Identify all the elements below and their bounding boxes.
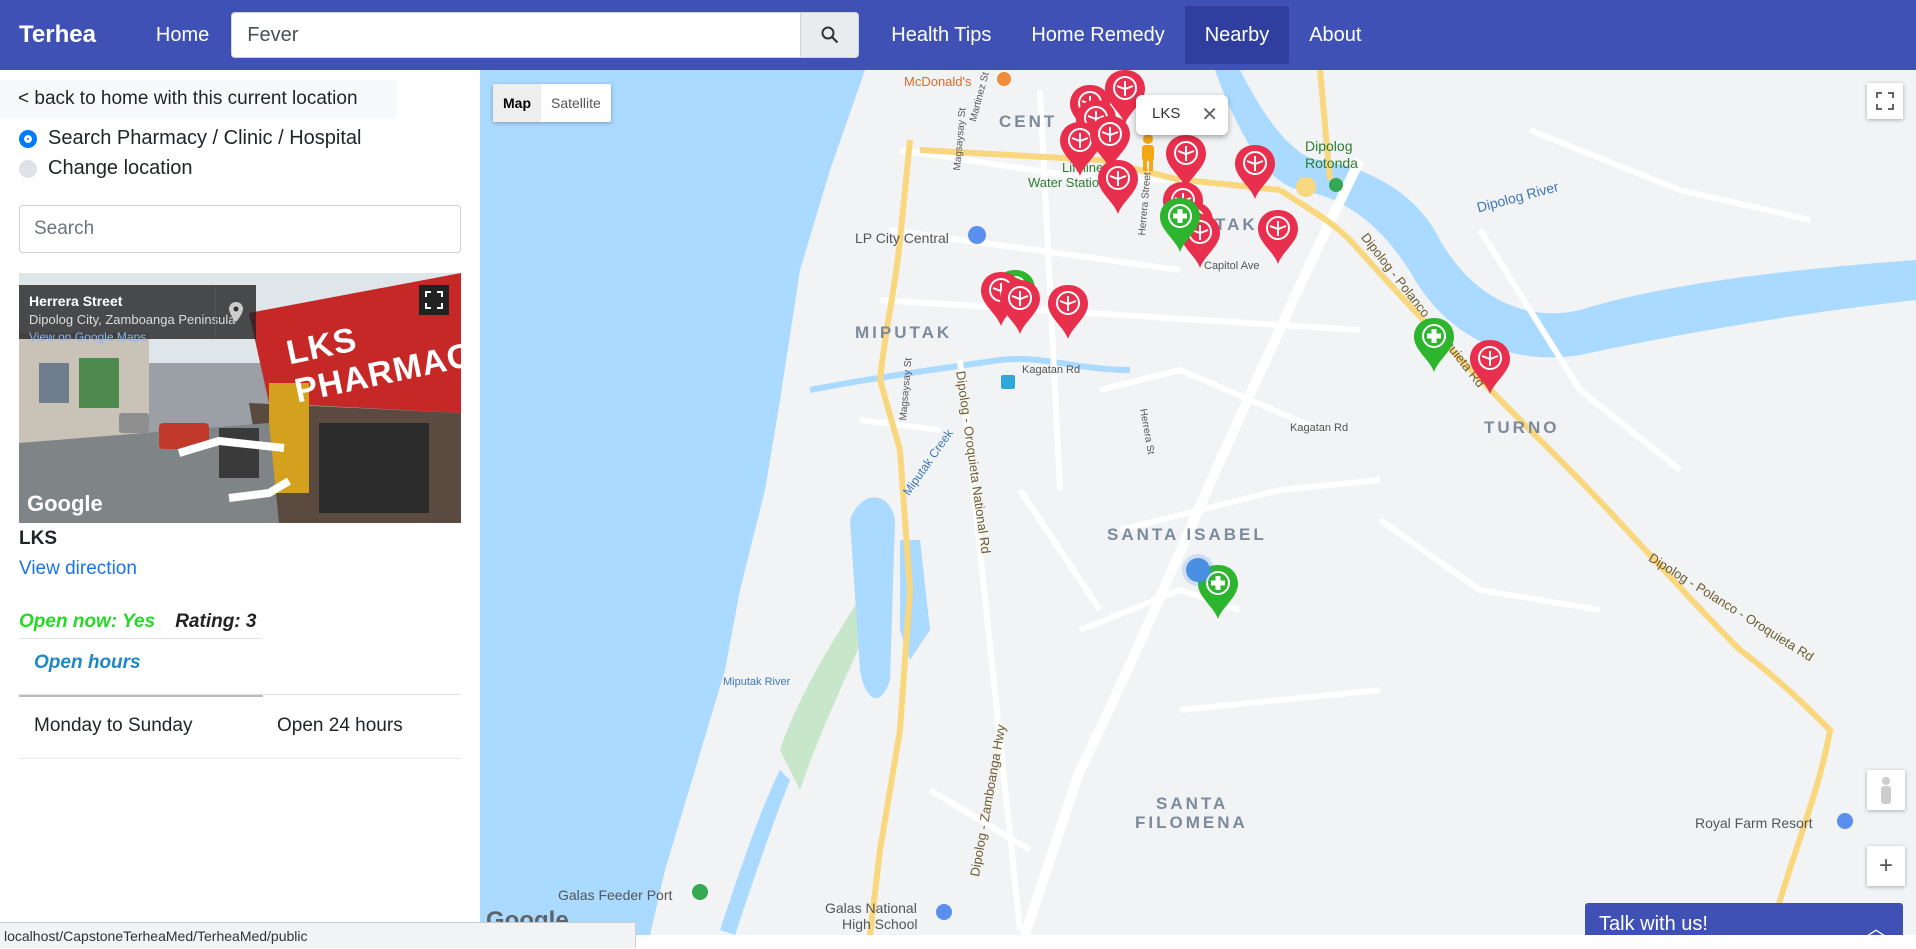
street-view-pegman-icon[interactable] — [1867, 770, 1905, 810]
chevron-up-icon[interactable]: ︿ — [1867, 915, 1885, 935]
radio-unchecked-icon[interactable] — [19, 159, 37, 178]
info-window-title: LKS — [1152, 105, 1181, 122]
hours-time: Open 24 hours — [277, 715, 403, 736]
place-status: Open now: Yes Rating: 3 — [19, 606, 262, 639]
open-now-status: Open now: Yes — [19, 611, 156, 632]
street-name: Herrera Street — [29, 293, 123, 309]
close-icon[interactable]: ✕ — [1201, 102, 1218, 127]
search-pharmacy-label: Search Pharmacy / Clinic / Hospital — [48, 127, 362, 149]
top-navbar: Terhea Home Fever Health Tips Home Remed… — [0, 0, 1916, 70]
nav-about[interactable]: About — [1289, 6, 1381, 64]
open-hours-title: Open hours — [34, 652, 141, 673]
markers-layer — [981, 70, 1510, 619]
pharmacy-marker-icon[interactable] — [1258, 210, 1298, 264]
browser-status-bar: localhost/CapstoneTerheaMed/TerheaMed/pu… — [0, 922, 636, 948]
chat-label: Talk with us! — [1599, 913, 1708, 935]
expand-icon[interactable] — [419, 285, 449, 315]
zoom-in-button[interactable]: + — [1867, 846, 1905, 886]
divider — [19, 695, 263, 697]
map-pin-icon[interactable] — [215, 285, 256, 339]
street-city: Dipolog City, Zamboanga Peninsula — [29, 312, 236, 327]
pharmacy-marker-icon[interactable] — [1470, 340, 1510, 394]
hospital-marker-icon[interactable] — [1414, 318, 1454, 372]
nav-home[interactable]: Home — [136, 6, 229, 64]
pharmacy-marker-icon[interactable] — [1000, 280, 1040, 334]
search-pharmacy-option[interactable]: Search Pharmacy / Clinic / Hospital — [19, 127, 361, 150]
header-search-input[interactable]: Fever — [231, 12, 802, 58]
pharmacy-marker-icon[interactable] — [1048, 285, 1088, 339]
pharmacy-marker-icon[interactable] — [1166, 135, 1206, 189]
google-logo: Google — [27, 491, 103, 516]
back-to-home-link[interactable]: < back to home with this current locatio… — [0, 80, 397, 118]
street-view-panel[interactable]: LKS PHARMACY Herrera Street Dipolog City… — [19, 273, 461, 523]
street-view-info: Herrera Street Dipolog City, Zamboanga P… — [19, 285, 256, 344]
hours-day: Monday to Sunday — [34, 715, 193, 736]
pharmacy-marker-icon[interactable] — [1098, 160, 1138, 214]
radio-checked-icon[interactable] — [19, 129, 37, 148]
rating-value: Rating: 3 — [175, 611, 257, 632]
change-location-option[interactable]: Change location — [19, 157, 193, 180]
chat-widget[interactable]: Talk with us! ︿ — [1585, 903, 1903, 935]
nav-health-tips[interactable]: Health Tips — [871, 6, 1011, 64]
nav-nearby[interactable]: Nearby — [1184, 6, 1290, 64]
header-search: Fever — [231, 12, 860, 58]
header-search-button[interactable] — [801, 12, 860, 58]
view-direction-link[interactable]: View direction — [19, 558, 137, 580]
place-name: LKS — [19, 528, 57, 549]
nearby-sidebar: < back to home with this current locatio… — [0, 70, 480, 948]
nav-home-remedy[interactable]: Home Remedy — [1011, 6, 1184, 64]
place-search-input[interactable]: Search — [19, 205, 461, 253]
info-window: LKS ✕ — [1136, 95, 1228, 135]
current-location-icon — [1182, 554, 1214, 586]
pegman-icon — [1142, 134, 1154, 171]
view-on-google-maps-link[interactable]: View on Google Maps — [29, 330, 146, 344]
search-icon — [821, 26, 839, 44]
divider — [19, 758, 461, 759]
pharmacy-marker-icon[interactable] — [1235, 145, 1275, 199]
brand-logo[interactable]: Terhea — [19, 21, 96, 49]
google-map[interactable]: Map Satellite McDonald's CENT Lifeline W… — [480, 70, 1916, 935]
change-location-label: Change location — [48, 157, 193, 179]
